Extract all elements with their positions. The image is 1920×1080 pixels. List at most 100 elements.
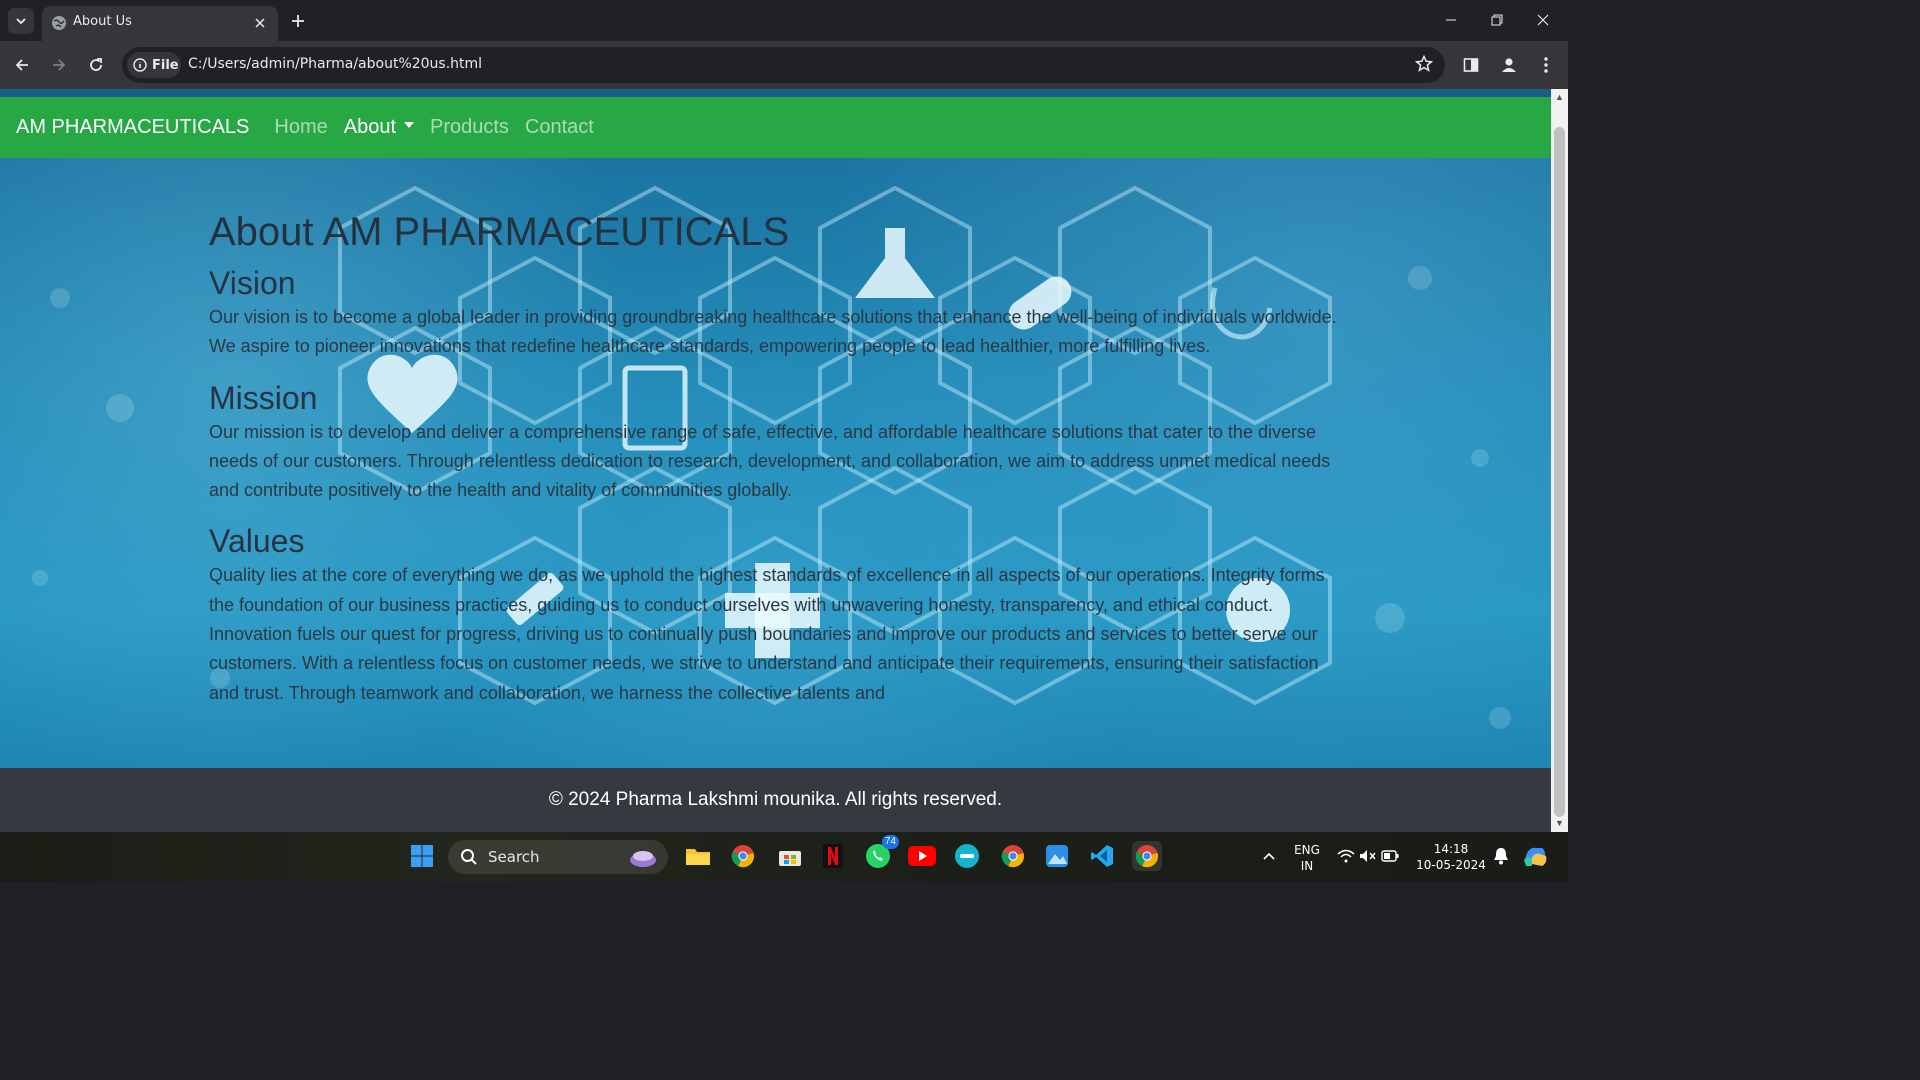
tab-title: About Us — [73, 14, 132, 29]
forward-button[interactable] — [46, 52, 72, 78]
profile-icon — [1502, 58, 1516, 72]
scroll-up-arrow-icon[interactable]: ▲ — [1555, 93, 1564, 102]
search-icon — [461, 849, 477, 865]
start-button[interactable] — [407, 841, 437, 871]
more-vertical-icon — [1544, 57, 1548, 73]
nav-link-about-label: About — [343, 116, 396, 138]
chrome-active-taskbar-icon[interactable] — [1132, 841, 1162, 871]
tab-close-button[interactable] — [250, 13, 270, 33]
windows-taskbar: Search 74 ENG IN 14:18 10-05-2024 — [0, 832, 1568, 882]
system-tray-status[interactable] — [1336, 841, 1400, 871]
site-chip-label: File — [152, 57, 179, 73]
vision-heading: Vision — [209, 265, 296, 301]
clock-date: 10-05-2024 — [1416, 858, 1486, 872]
mission-heading: Mission — [209, 379, 318, 416]
close-icon — [255, 18, 265, 28]
tray-overflow-button[interactable] — [1254, 841, 1284, 871]
side-panel-button[interactable] — [1459, 53, 1483, 77]
values-text: Quality lies at the core of everything w… — [209, 565, 1325, 703]
page-viewport: AM PHARMACEUTICALS Home About Products C… — [0, 89, 1551, 832]
whatsapp-badge: 74 — [881, 835, 899, 849]
wifi-icon — [1337, 849, 1355, 863]
copilot-button[interactable] — [1520, 841, 1550, 871]
chrome-icon — [1001, 845, 1024, 868]
nav-link-about[interactable]: About — [344, 116, 414, 139]
chrome-icon — [1135, 845, 1158, 868]
restore-icon — [1491, 14, 1503, 26]
language-line-1: ENG — [1294, 843, 1320, 857]
chrome-profile-taskbar-icon[interactable] — [998, 841, 1028, 871]
file-explorer-icon[interactable] — [683, 841, 713, 871]
top-strip — [0, 89, 1551, 97]
bookmark-star-icon[interactable] — [1415, 55, 1433, 73]
bell-icon — [1494, 848, 1508, 865]
netflix-taskbar-icon[interactable] — [818, 841, 848, 871]
battery-icon — [1381, 850, 1399, 862]
site-navbar: AM PHARMACEUTICALS Home About Products C… — [0, 97, 1551, 158]
speaker-muted-icon — [1360, 850, 1376, 862]
nav-link-products[interactable]: Products — [430, 116, 509, 139]
browser-toolbar: File C:/Users/admin/Pharma/about%20us.ht… — [0, 41, 1568, 89]
close-icon — [1537, 14, 1549, 26]
nav-link-contact[interactable]: Contact — [525, 116, 594, 139]
vscode-icon — [1091, 845, 1113, 867]
photos-taskbar-icon[interactable] — [1042, 841, 1072, 871]
nav-link-home[interactable]: Home — [274, 116, 327, 139]
youtube-icon — [908, 846, 936, 866]
photos-icon — [1046, 845, 1068, 867]
scroll-thumb[interactable] — [1554, 127, 1565, 817]
vscode-taskbar-icon[interactable] — [1087, 841, 1117, 871]
address-bar[interactable]: File C:/Users/admin/Pharma/about%20us.ht… — [122, 47, 1445, 83]
dropdown-caret-icon — [404, 121, 414, 128]
site-footer: © 2024 Pharma Lakshmi mounika. All right… — [0, 768, 1551, 832]
mission-text: Our mission is to develop and deliver a … — [209, 421, 1331, 501]
clock-time: 14:18 — [1433, 842, 1469, 856]
close-window-button[interactable] — [1520, 0, 1566, 40]
canva-icon — [955, 844, 979, 868]
clock[interactable]: 14:18 10-05-2024 — [1410, 841, 1492, 873]
taskbar-search[interactable]: Search — [448, 840, 668, 874]
netflix-icon — [823, 844, 843, 868]
canva-taskbar-icon[interactable] — [952, 841, 982, 871]
page-title: About AM PHARMACEUTICALS — [209, 210, 790, 254]
values-heading: Values — [209, 523, 305, 560]
new-tab-button[interactable] — [286, 9, 310, 33]
chrome-taskbar-icon[interactable] — [728, 841, 758, 871]
chevron-down-icon — [16, 18, 26, 25]
language-indicator[interactable]: ENG IN — [1290, 842, 1324, 874]
microsoft-store-icon[interactable] — [775, 841, 805, 871]
folder-icon — [686, 849, 710, 865]
youtube-taskbar-icon[interactable] — [907, 841, 937, 871]
footer-copyright: © 2024 Pharma Lakshmi mounika. All right… — [548, 789, 1003, 810]
menu-button[interactable] — [1534, 53, 1558, 77]
profile-button[interactable] — [1497, 53, 1521, 77]
side-panel-icon — [1463, 58, 1479, 72]
arrow-left-icon — [15, 59, 28, 71]
page-scrollbar[interactable]: ▲ ▼ — [1551, 89, 1568, 832]
chrome-icon — [731, 845, 754, 868]
restore-button[interactable] — [1474, 0, 1520, 40]
whatsapp-taskbar-icon[interactable]: 74 — [863, 835, 899, 871]
search-highlight-icon — [630, 851, 656, 867]
notifications-button[interactable] — [1486, 841, 1516, 871]
scroll-down-arrow-icon[interactable]: ▼ — [1555, 819, 1564, 828]
minimize-button[interactable] — [1428, 0, 1474, 40]
site-info-chip[interactable]: File — [127, 52, 181, 78]
about-content: About AM PHARMACEUTICALS Vision Our visi… — [209, 201, 1344, 724]
windows-logo-icon — [411, 845, 433, 867]
back-button[interactable] — [9, 52, 35, 78]
reload-icon — [90, 58, 102, 71]
plus-icon — [292, 15, 304, 27]
url-text[interactable]: C:/Users/admin/Pharma/about%20us.html — [188, 56, 482, 72]
brand-logo[interactable]: AM PHARMACEUTICALS — [16, 116, 249, 139]
language-line-2: IN — [1300, 859, 1314, 873]
chevron-up-icon — [1263, 852, 1275, 860]
vision-text: Our vision is to become a global leader … — [209, 307, 1337, 357]
tab-search-button[interactable] — [8, 8, 34, 34]
browser-tabstrip: About Us — [0, 0, 1568, 41]
arrow-right-icon — [53, 59, 66, 71]
minimize-icon — [1446, 19, 1456, 21]
reload-button[interactable] — [83, 52, 109, 78]
store-icon — [779, 851, 801, 866]
tab-about-us[interactable]: About Us — [42, 6, 278, 41]
